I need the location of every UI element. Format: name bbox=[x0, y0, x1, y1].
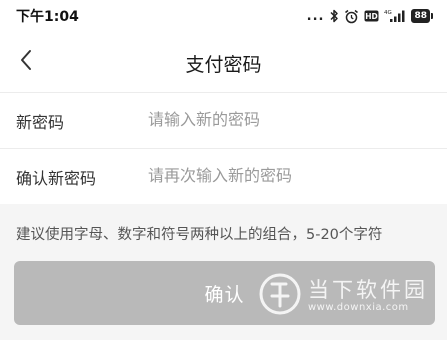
new-password-label: 新密码 bbox=[16, 113, 65, 132]
new-password-row: 新密码 bbox=[0, 92, 447, 148]
alarm-icon bbox=[344, 9, 359, 24]
battery-level: 88 bbox=[411, 9, 430, 23]
more-dots: ... bbox=[306, 8, 325, 24]
new-password-input[interactable] bbox=[148, 106, 428, 132]
bluetooth-icon bbox=[329, 9, 339, 23]
signal-icon: 4G bbox=[384, 9, 406, 23]
divider bbox=[0, 92, 447, 93]
password-hint: 建议使用字母、数字和符号两种以上的组合，5-20个字符 bbox=[16, 227, 383, 243]
svg-text:HD: HD bbox=[366, 12, 379, 21]
hd-icon: HD bbox=[364, 10, 379, 22]
battery-icon: 88 bbox=[411, 9, 433, 23]
svg-text:4G: 4G bbox=[384, 10, 392, 16]
confirm-password-row: 确认新密码 bbox=[0, 148, 447, 204]
status-bar: 下午1:04 ... HD 4G 88 bbox=[0, 0, 447, 32]
divider bbox=[0, 148, 447, 149]
password-form: 新密码 确认新密码 bbox=[0, 92, 447, 204]
confirm-button-label: 确认 bbox=[204, 283, 245, 306]
nav-bar: 支付密码 bbox=[0, 32, 447, 92]
page-title: 支付密码 bbox=[185, 54, 262, 76]
confirm-password-label: 确认新密码 bbox=[16, 169, 97, 188]
status-icons: ... HD 4G 88 bbox=[307, 7, 433, 25]
confirm-button[interactable]: 确认 bbox=[14, 261, 435, 325]
confirm-password-input[interactable] bbox=[148, 162, 428, 188]
status-time: 下午1:04 bbox=[16, 9, 79, 25]
